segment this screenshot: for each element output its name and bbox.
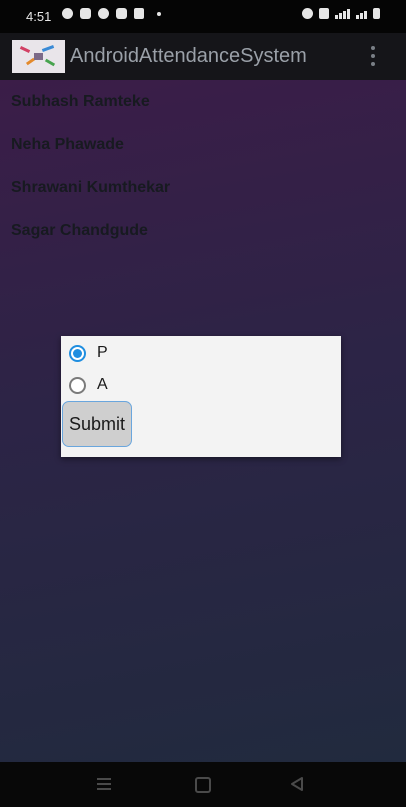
submit-button[interactable]: Submit [62, 401, 132, 447]
signal-icon [335, 9, 350, 19]
student-item[interactable]: Subhash Ramteke [11, 93, 150, 111]
radio-option-present[interactable]: P [69, 344, 108, 362]
instagram-icon [98, 8, 109, 19]
whatsapp-icon [62, 8, 73, 19]
radio-button-absent[interactable] [69, 376, 86, 394]
overflow-menu-icon[interactable] [370, 46, 376, 67]
radio-label-present: P [97, 344, 108, 361]
battery-icon [373, 8, 380, 19]
attendance-dialog: P A Submit [61, 336, 341, 457]
back-icon[interactable] [290, 776, 304, 792]
app-bar: AndroidAttendanceSystem [0, 33, 406, 80]
radio-label-absent: A [97, 376, 108, 393]
menu-icon[interactable] [97, 778, 111, 790]
app-title: AndroidAttendanceSystem [70, 45, 307, 67]
status-system-icons [302, 8, 380, 19]
vibrate-icon [319, 8, 329, 19]
student-item[interactable]: Sagar Chandgude [11, 222, 148, 240]
student-item[interactable]: Shrawani Kumthekar [11, 179, 170, 197]
status-notification-icons [62, 8, 161, 19]
alarm-icon [302, 8, 313, 19]
status-time: 4:51 [26, 9, 52, 24]
student-item[interactable]: Neha Phawade [11, 136, 124, 154]
more-notifications-icon [157, 11, 161, 16]
navigation-bar [0, 762, 406, 807]
radio-button-present[interactable] [69, 344, 86, 362]
app-logo [12, 40, 65, 73]
notification-icon [134, 8, 144, 19]
home-icon[interactable] [195, 777, 211, 793]
radio-option-absent[interactable]: A [69, 376, 108, 394]
gmail-icon [116, 8, 127, 19]
signal-icon-2 [356, 11, 367, 19]
status-bar: 4:51 [0, 0, 406, 33]
youtube-icon [80, 8, 91, 19]
